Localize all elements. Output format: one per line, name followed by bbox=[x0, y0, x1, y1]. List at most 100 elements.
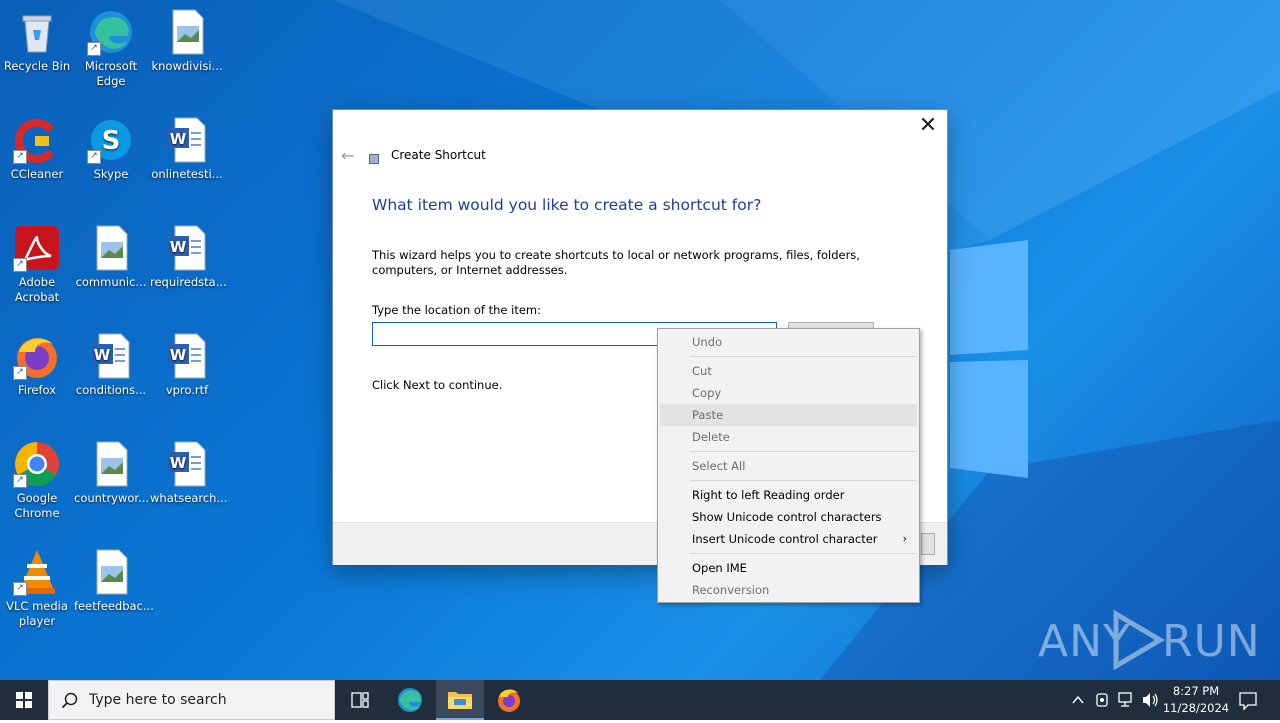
desktop-icon-label: onlinetesti... bbox=[151, 167, 223, 181]
menu-item-undo[interactable]: Undo bbox=[660, 331, 917, 353]
desktop-icon-acrobat[interactable]: ↗ Adobe Acrobat bbox=[0, 224, 74, 305]
shortcut-arrow-icon: ↗ bbox=[13, 366, 27, 380]
wizard-description: This wizard helps you to create shortcut… bbox=[372, 248, 860, 277]
shortcut-wizard-icon bbox=[369, 154, 379, 164]
tray-device-button[interactable] bbox=[1092, 680, 1112, 720]
taskbar-file-explorer-button[interactable] bbox=[436, 680, 484, 720]
menu-item-cut[interactable]: Cut bbox=[660, 360, 917, 382]
recycle-bin-icon bbox=[13, 8, 61, 56]
task-view-button[interactable] bbox=[336, 680, 384, 720]
desktop-icon-label: feetfeedbac... bbox=[74, 599, 154, 613]
taskbar-clock[interactable]: 8:27 PM 11/28/2024 bbox=[1160, 683, 1232, 717]
shortcut-arrow-icon: ↗ bbox=[87, 150, 101, 164]
task-view-icon bbox=[351, 692, 369, 708]
volume-icon bbox=[1143, 693, 1158, 707]
shortcut-arrow-icon: ↗ bbox=[13, 258, 27, 272]
menu-item-insert-unicode-control[interactable]: Insert Unicode control character › bbox=[660, 528, 917, 550]
clock-date: 11/28/2024 bbox=[1162, 701, 1230, 715]
vlc-icon: ↗ bbox=[13, 548, 61, 596]
dialog-title: Create Shortcut bbox=[391, 148, 486, 162]
svg-text:W: W bbox=[170, 238, 187, 256]
desktop-icon-whatsearch[interactable]: W whatsearch... bbox=[150, 440, 228, 506]
image-file-icon bbox=[87, 548, 135, 596]
desktop-icon-label: Adobe Acrobat bbox=[14, 275, 60, 304]
clock-time: 8:27 PM bbox=[1172, 684, 1220, 698]
desktop-icon-recycle-bin[interactable]: Recycle Bin bbox=[0, 8, 74, 74]
menu-separator bbox=[690, 480, 917, 481]
desktop-icon-label: vpro.rtf bbox=[165, 383, 209, 397]
desktop-icon-ccleaner[interactable]: ↗ CCleaner bbox=[0, 116, 74, 182]
word-doc-icon: W bbox=[163, 224, 211, 272]
desktop-icon-vpro[interactable]: W vpro.rtf bbox=[150, 332, 224, 398]
edge-icon bbox=[398, 688, 422, 712]
windows-logo-icon bbox=[16, 692, 32, 708]
taskbar-search-box[interactable]: Type here to search bbox=[48, 680, 335, 720]
taskbar-firefox-button[interactable] bbox=[485, 680, 533, 720]
watermark-text-right: RUN bbox=[1162, 616, 1261, 667]
submenu-arrow-icon: › bbox=[902, 532, 907, 545]
watermark-play-icon bbox=[1113, 610, 1165, 670]
desktop-icon-label: VLC media player bbox=[6, 599, 68, 628]
menu-item-show-unicode-control[interactable]: Show Unicode control characters bbox=[660, 506, 917, 528]
desktop-icon-label: Recycle Bin bbox=[3, 59, 71, 73]
context-menu: Undo Cut Copy Paste Delete Select All Ri… bbox=[657, 328, 920, 603]
image-file-icon bbox=[163, 8, 211, 56]
firefox-icon bbox=[498, 689, 520, 712]
desktop-icon-firefox[interactable]: ↗ Firefox bbox=[0, 332, 74, 398]
menu-item-rtl-reading-order[interactable]: Right to left Reading order bbox=[660, 484, 917, 506]
desktop-icon-label: whatsearch... bbox=[150, 491, 228, 505]
svg-text:W: W bbox=[170, 346, 187, 364]
tray-network-button[interactable] bbox=[1116, 680, 1136, 720]
acrobat-icon: ↗ bbox=[13, 224, 61, 272]
desktop-icon-label: Skype bbox=[93, 167, 129, 181]
image-file-icon bbox=[87, 440, 135, 488]
desktop-icon-chrome[interactable]: ↗ Google Chrome bbox=[0, 440, 74, 521]
desktop-icon-communic[interactable]: communic... bbox=[74, 224, 148, 290]
desktop-icon-edge[interactable]: ↗ Microsoft Edge bbox=[74, 8, 148, 89]
svg-text:S: S bbox=[102, 126, 121, 156]
word-doc-icon: W bbox=[163, 332, 211, 380]
desktop-icon-label: knowdivisi... bbox=[151, 59, 223, 73]
shortcut-arrow-icon: ↗ bbox=[87, 42, 101, 56]
desktop-icon-conditions[interactable]: W conditions... bbox=[74, 332, 148, 398]
menu-separator bbox=[690, 451, 917, 452]
firefox-icon: ↗ bbox=[13, 332, 61, 380]
svg-text:W: W bbox=[170, 454, 187, 472]
device-icon bbox=[1096, 693, 1108, 707]
close-button[interactable]: ✕ bbox=[913, 114, 943, 140]
desktop-icon-onlinetesti[interactable]: W onlinetesti... bbox=[150, 116, 224, 182]
word-doc-icon: W bbox=[87, 332, 135, 380]
start-button[interactable] bbox=[0, 680, 48, 720]
desktop: Recycle Bin ↗ Microsoft Edge knowdivisi.… bbox=[0, 0, 1280, 680]
svg-text:W: W bbox=[170, 130, 187, 148]
desktop-icon-knowdivisi[interactable]: knowdivisi... bbox=[150, 8, 224, 74]
shortcut-arrow-icon: ↗ bbox=[13, 474, 27, 488]
desktop-icon-label: Google Chrome bbox=[14, 491, 60, 520]
tray-volume-button[interactable] bbox=[1140, 680, 1160, 720]
taskbar: Type here to search 8:27 PM 11/28/2024 bbox=[0, 680, 1280, 720]
search-placeholder: Type here to search bbox=[89, 692, 227, 708]
menu-item-open-ime[interactable]: Open IME bbox=[660, 557, 917, 579]
menu-item-copy[interactable]: Copy bbox=[660, 382, 917, 404]
taskbar-edge-button[interactable] bbox=[386, 680, 434, 720]
menu-item-delete[interactable]: Delete bbox=[660, 426, 917, 448]
desktop-icon-skype[interactable]: S ↗ Skype bbox=[74, 116, 148, 182]
next-hint: Click Next to continue. bbox=[372, 378, 503, 392]
desktop-icon-countrywor[interactable]: countrywor... bbox=[74, 440, 149, 506]
edge-icon: ↗ bbox=[87, 8, 135, 56]
menu-item-paste[interactable]: Paste bbox=[660, 404, 917, 426]
notification-icon bbox=[1239, 692, 1257, 711]
folder-icon bbox=[448, 692, 472, 709]
desktop-icon-label: Microsoft Edge bbox=[84, 59, 138, 88]
desktop-icon-requiredsta[interactable]: W requiredsta... bbox=[150, 224, 227, 290]
menu-item-reconversion[interactable]: Reconversion bbox=[660, 579, 917, 601]
back-arrow-icon[interactable]: ← bbox=[341, 146, 354, 165]
next-button[interactable] bbox=[921, 533, 935, 555]
desktop-icon-vlc[interactable]: ↗ VLC media player bbox=[0, 548, 74, 629]
skype-icon: S ↗ bbox=[87, 116, 135, 164]
desktop-icon-feetfeedbac[interactable]: feetfeedbac... bbox=[74, 548, 154, 614]
show-hidden-icons-button[interactable] bbox=[1068, 680, 1088, 720]
menu-item-select-all[interactable]: Select All bbox=[660, 455, 917, 477]
action-center-button[interactable] bbox=[1236, 680, 1260, 720]
menu-separator bbox=[690, 356, 917, 357]
